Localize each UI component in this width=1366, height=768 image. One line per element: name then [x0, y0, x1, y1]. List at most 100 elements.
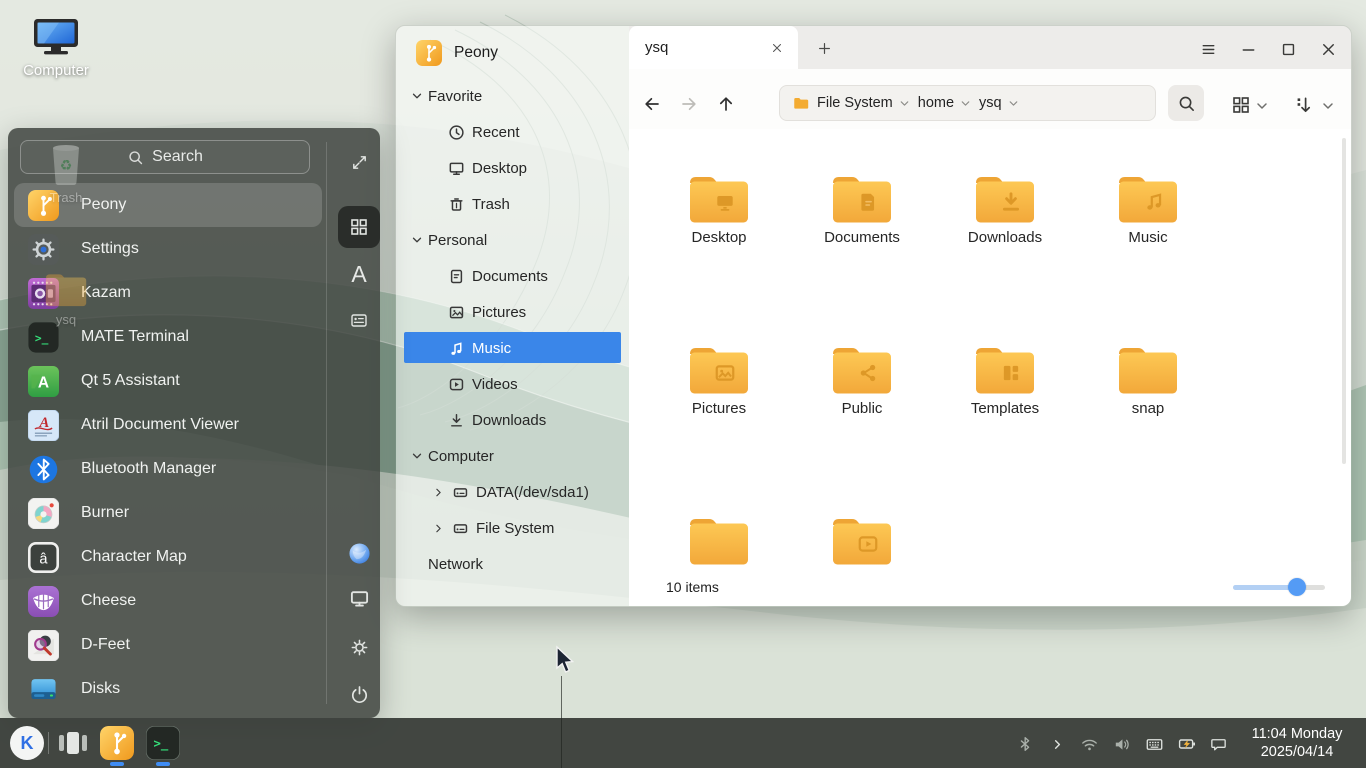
minimize-button[interactable]	[1237, 38, 1259, 60]
browser-globe-icon[interactable]	[338, 532, 380, 574]
monitor-settings-icon[interactable]	[338, 577, 380, 619]
trash-can-icon: ♻	[46, 140, 86, 186]
folder-item-music[interactable]: Music	[1088, 171, 1208, 246]
folder-icon	[972, 342, 1038, 396]
sidebar-item-documents[interactable]: Documents	[396, 260, 629, 292]
up-button[interactable]	[715, 93, 737, 115]
running-indicator	[156, 762, 170, 766]
item-count: 10 items	[666, 579, 719, 595]
back-button[interactable]	[641, 93, 663, 115]
drive-icon	[452, 484, 469, 501]
folder-item-downloads[interactable]: Downloads	[945, 171, 1065, 246]
folder-item-documents[interactable]: Documents	[802, 171, 922, 246]
taskbar-terminal-icon[interactable]: >_	[146, 726, 180, 760]
tray-expand-chevron-icon[interactable]	[1047, 734, 1067, 754]
menu-app-cheese[interactable]: Cheese	[14, 579, 322, 623]
start-menu-button[interactable]: K	[10, 726, 44, 760]
taskbar-separator	[48, 732, 49, 754]
trash-ghost-label: Trash	[26, 190, 106, 205]
view-mode-icon[interactable]	[1231, 95, 1251, 115]
menu-app-qt5-assistant[interactable]: A Qt 5 Assistant	[14, 359, 322, 403]
menu-app-settings[interactable]: Settings	[14, 227, 322, 271]
folder-item-row3-2[interactable]	[802, 513, 922, 570]
multitasking-view-button[interactable]	[58, 730, 88, 756]
chevron-down-icon	[410, 449, 424, 463]
sidebar-section-network[interactable]: Network	[396, 548, 629, 580]
notifications-tray-icon[interactable]	[1208, 734, 1228, 754]
view-mode-chevron-icon[interactable]	[1254, 98, 1270, 114]
sidebar-section-personal[interactable]: Personal	[396, 224, 629, 256]
desktop-icon	[448, 160, 465, 177]
burner-app-icon	[28, 498, 59, 529]
sidebar-item-trash[interactable]: Trash	[396, 188, 629, 220]
power-icon[interactable]	[338, 673, 380, 715]
sort-icon[interactable]	[1293, 95, 1313, 115]
tab-close-icon[interactable]	[764, 35, 790, 61]
search-icon	[127, 149, 144, 166]
sort-alphabetical-icon[interactable]: A	[338, 253, 380, 295]
close-button[interactable]	[1317, 38, 1339, 60]
zoom-slider-handle[interactable]	[1288, 578, 1306, 596]
desktop-icon-ysq-ghost[interactable]: ysq	[26, 270, 106, 327]
taskbar-peony-icon[interactable]	[100, 726, 134, 760]
fm-active-tab[interactable]: ysq	[629, 26, 798, 69]
menu-app-burner[interactable]: Burner	[14, 491, 322, 535]
sidebar-item-downloads[interactable]: Downloads	[396, 404, 629, 436]
view-grid-apps-icon[interactable]	[338, 206, 380, 248]
zoom-slider[interactable]	[1233, 585, 1325, 590]
sidebar-item-file-system[interactable]: File System	[396, 512, 629, 544]
bluetooth-tray-icon[interactable]	[1015, 734, 1035, 754]
window-menu-button[interactable]	[1197, 38, 1219, 60]
folder-icon	[686, 171, 752, 225]
bluetooth-app-icon	[28, 454, 59, 485]
gear-icon[interactable]	[338, 626, 380, 668]
view-category-icon[interactable]	[338, 299, 380, 341]
sort-chevron-icon[interactable]	[1320, 98, 1336, 114]
sidebar-item-data-partition[interactable]: DATA(/dev/sda1)	[396, 476, 629, 508]
sidebar-item-desktop[interactable]: Desktop	[396, 152, 629, 184]
folder-item-pictures[interactable]: Pictures	[659, 342, 779, 417]
sidebar-section-favorite[interactable]: Favorite	[396, 80, 629, 112]
maximize-button[interactable]	[1277, 38, 1299, 60]
folder-item-public[interactable]: Public	[802, 342, 922, 417]
folder-label: Pictures	[659, 400, 779, 417]
folder-item-row3-1[interactable]	[659, 513, 779, 570]
new-tab-button[interactable]	[813, 37, 835, 59]
desktop-icon-trash-ghost[interactable]: ♻ Trash	[26, 140, 106, 205]
desktop-icon-computer[interactable]: Computer	[16, 16, 96, 79]
volume-tray-icon[interactable]	[1111, 734, 1131, 754]
sidebar-item-pictures[interactable]: Pictures	[396, 296, 629, 328]
app-label: Qt 5 Assistant	[81, 372, 180, 390]
folder-icon	[1115, 342, 1181, 396]
path-crumb-ysq[interactable]: ysq	[979, 95, 1020, 111]
music-icon	[448, 340, 465, 357]
menu-app-disks[interactable]: Disks	[14, 667, 322, 711]
folder-item-templates[interactable]: Templates	[945, 342, 1065, 417]
desktop: Computer ♻ Trash ysq Search Peony Settin…	[0, 0, 1366, 768]
path-crumb-home[interactable]: home	[918, 95, 972, 111]
folder-ghost-icon	[43, 270, 89, 308]
battery-tray-icon[interactable]	[1177, 734, 1197, 754]
vertical-scrollbar[interactable]	[1342, 138, 1346, 464]
sidebar-section-computer[interactable]: Computer	[396, 440, 629, 472]
sidebar-item-videos[interactable]: Videos	[396, 368, 629, 400]
keyboard-tray-icon[interactable]	[1144, 734, 1164, 754]
sidebar-item-recent[interactable]: Recent	[396, 116, 629, 148]
picture-icon	[448, 304, 465, 321]
folder-item-desktop[interactable]: Desktop	[659, 171, 779, 246]
folder-item-snap[interactable]: snap	[1088, 342, 1208, 417]
taskbar-clock[interactable]: 11:04 Monday 2025/04/14	[1242, 725, 1352, 761]
path-crumb-filesystem[interactable]: File System	[817, 95, 911, 111]
menu-app-dfeet[interactable]: D-Feet	[14, 623, 322, 667]
app-label: Bluetooth Manager	[81, 460, 216, 478]
forward-button[interactable]	[678, 93, 700, 115]
mouse-cursor	[553, 645, 577, 675]
path-bar[interactable]: File System home ysq	[779, 85, 1156, 121]
menu-app-character-map[interactable]: â Character Map	[14, 535, 322, 579]
search-button[interactable]	[1168, 85, 1204, 121]
wifi-tray-icon[interactable]	[1079, 734, 1099, 754]
menu-app-atril[interactable]: A Atril Document Viewer	[14, 403, 322, 447]
expand-menu-icon[interactable]	[338, 141, 380, 183]
menu-app-bluetooth-manager[interactable]: Bluetooth Manager	[14, 447, 322, 491]
sidebar-item-music[interactable]: Music	[396, 332, 629, 364]
